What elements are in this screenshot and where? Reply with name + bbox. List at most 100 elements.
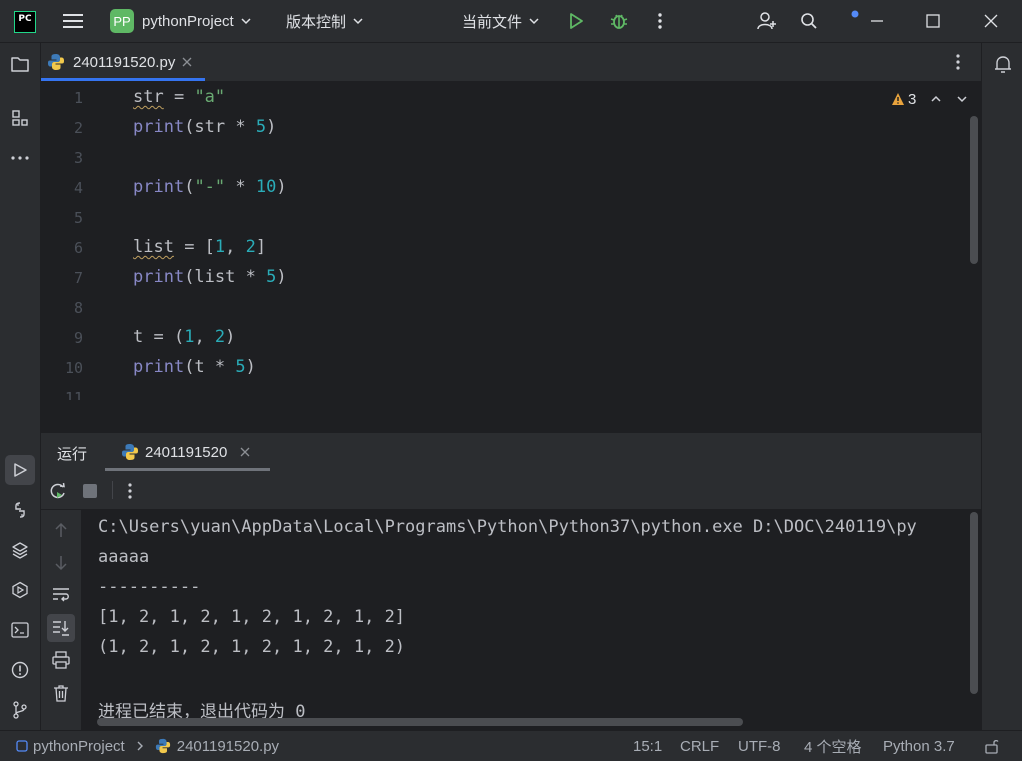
breadcrumb: pythonProject 2401191520.py <box>16 731 279 761</box>
line-number: 6 <box>73 239 83 257</box>
indent-setting[interactable]: 4 个空格 <box>804 731 862 761</box>
code-line-7: print(list * 5) <box>133 267 287 287</box>
tab-run-config[interactable]: 2401191520 <box>121 433 251 471</box>
code-line-9: t = (1, 2) <box>133 327 236 347</box>
right-tool-strip <box>981 43 1022 730</box>
run-tool-icon[interactable] <box>5 455 35 485</box>
project-name: pythonProject <box>142 12 234 30</box>
update-notification-icon[interactable] <box>850 8 860 20</box>
arrow-up-icon[interactable] <box>50 519 72 541</box>
chevron-down-icon[interactable] <box>956 93 968 105</box>
close-tab-icon[interactable] <box>181 56 193 68</box>
pycharm-logo-icon[interactable]: PC <box>14 11 36 33</box>
trash-icon[interactable] <box>50 682 72 704</box>
more-actions-icon[interactable] <box>652 11 668 31</box>
arrow-down-icon[interactable] <box>50 552 72 574</box>
code-line-4: print("-" * 10) <box>133 177 287 197</box>
run-config-selector[interactable]: 当前文件 <box>462 0 540 42</box>
console-line: ---------- <box>98 577 201 597</box>
warning-icon <box>892 93 904 105</box>
toolbar-separator <box>112 481 113 499</box>
module-icon <box>16 740 28 752</box>
close-window-icon[interactable] <box>980 11 1002 31</box>
terminal-icon[interactable] <box>9 619 31 641</box>
line-number: 8 <box>73 299 83 317</box>
line-separator[interactable]: CRLF <box>680 731 719 761</box>
run-more-options-icon[interactable] <box>121 481 139 501</box>
notifications-bell-icon[interactable] <box>992 53 1014 75</box>
code-line-6: list = [1, 2] <box>133 237 267 257</box>
tab-run[interactable]: 运行 <box>57 443 87 464</box>
line-number: 1 <box>73 89 83 107</box>
lock-icon[interactable] <box>984 731 1000 761</box>
status-bar: pythonProject 2401191520.py 15:1 CRLF UT… <box>0 730 1022 761</box>
editor-tab[interactable]: 2401191520.py <box>47 43 193 81</box>
left-tool-strip <box>0 43 41 730</box>
main-menu-icon[interactable] <box>62 11 84 31</box>
code-line-2: print(str * 5) <box>133 117 277 137</box>
search-icon[interactable] <box>798 11 820 31</box>
maximize-icon[interactable] <box>922 11 944 31</box>
code-line-1: str = "a" <box>133 87 226 107</box>
services-icon[interactable] <box>9 579 31 601</box>
python-file-icon <box>48 54 64 70</box>
inspection-widget[interactable]: 3 <box>891 89 968 109</box>
tab-options-icon[interactable] <box>949 52 967 72</box>
console-line: (1, 2, 1, 2, 1, 2, 1, 2, 1, 2) <box>98 637 406 657</box>
run-icon[interactable] <box>566 11 586 31</box>
print-icon[interactable] <box>50 649 72 671</box>
python-packages-icon[interactable] <box>9 539 31 561</box>
run-panel-header: 运行 2401191520 <box>41 432 981 472</box>
tab-run-config-label: 2401191520 <box>145 443 228 461</box>
console-line: aaaaa <box>98 547 150 567</box>
close-tab-icon[interactable] <box>239 446 251 458</box>
add-user-icon[interactable] <box>756 11 778 31</box>
line-number: 5 <box>73 209 83 227</box>
stop-icon[interactable] <box>80 481 100 501</box>
warning-count: 3 <box>908 90 917 108</box>
editor-scrollbar[interactable] <box>970 116 978 264</box>
line-number: 9 <box>73 329 83 347</box>
breadcrumb-project[interactable]: pythonProject <box>33 738 125 755</box>
code-editor[interactable]: 1 2 3 4 5 6 7 8 9 10 11 str = "a" print(… <box>41 82 981 400</box>
file-encoding[interactable]: UTF-8 <box>738 731 781 761</box>
structure-icon[interactable] <box>9 107 31 129</box>
editor-tab-label: 2401191520.py <box>73 53 176 71</box>
run-toolbar <box>41 471 981 510</box>
more-tools-icon[interactable] <box>9 147 31 169</box>
chevron-right-icon <box>137 741 143 751</box>
python-file-icon <box>122 444 138 460</box>
run-console-output[interactable]: C:\Users\yuan\AppData\Local\Programs\Pyt… <box>82 510 970 720</box>
git-branch-icon[interactable] <box>9 699 31 721</box>
python-interpreter[interactable]: Python 3.7 <box>883 731 955 761</box>
python-console-icon[interactable] <box>9 499 31 521</box>
console-line: [1, 2, 1, 2, 1, 2, 1, 2, 1, 2] <box>98 607 406 627</box>
active-tab-underline <box>41 78 205 81</box>
scroll-to-end-icon[interactable] <box>47 614 75 642</box>
vcs-menu[interactable]: 版本控制 <box>286 0 364 42</box>
console-line: C:\Users\yuan\AppData\Local\Programs\Pyt… <box>98 517 917 537</box>
code-line-10: print(t * 5) <box>133 357 256 377</box>
chevron-down-icon <box>241 18 251 25</box>
line-number: 11 <box>64 389 83 400</box>
console-horizontal-scrollbar[interactable] <box>97 718 743 726</box>
console-vertical-scrollbar[interactable] <box>970 512 978 694</box>
project-badge: PP <box>110 9 134 33</box>
editor-bottom-gap <box>41 400 981 432</box>
editor-tab-bar: 2401191520.py <box>41 43 981 82</box>
chevron-down-icon <box>353 18 363 25</box>
chevron-up-icon[interactable] <box>930 93 942 105</box>
minimize-icon[interactable] <box>866 11 888 31</box>
soft-wrap-icon[interactable] <box>50 584 72 606</box>
project-folder-icon[interactable] <box>9 53 31 75</box>
line-number: 4 <box>73 179 83 197</box>
project-selector[interactable]: PP pythonProject <box>110 0 252 42</box>
caret-position[interactable]: 15:1 <box>633 731 662 761</box>
problems-icon[interactable] <box>9 659 31 681</box>
debug-icon[interactable] <box>608 11 630 31</box>
run-config-label: 当前文件 <box>462 13 523 31</box>
rerun-icon[interactable] <box>47 480 69 502</box>
breadcrumb-file[interactable]: 2401191520.py <box>177 738 279 755</box>
console-line: 进程已结束，退出代码为 0 <box>98 702 306 720</box>
line-number: 2 <box>73 119 83 137</box>
